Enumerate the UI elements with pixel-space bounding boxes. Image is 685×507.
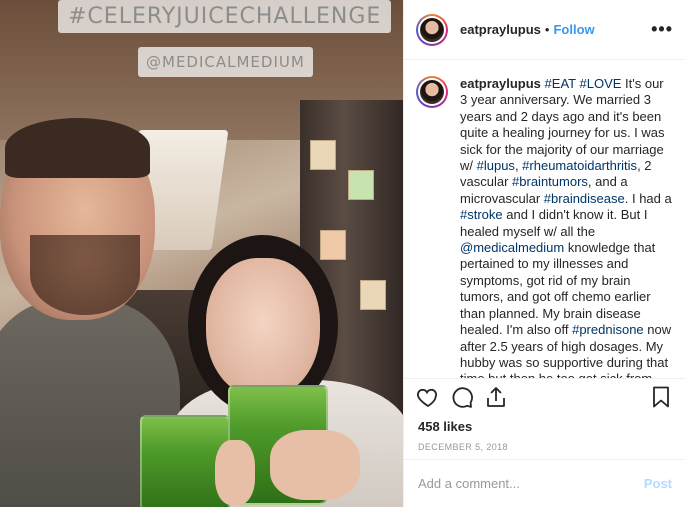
photo-man-hair — [5, 118, 150, 178]
post-comment-button[interactable]: Post — [644, 476, 672, 491]
follow-button[interactable]: Follow — [553, 22, 594, 37]
heart-icon[interactable] — [416, 385, 440, 409]
header-separator: • — [544, 22, 550, 37]
photo-hand — [270, 430, 360, 500]
caption-hashtag-link[interactable]: #rheumatoidarthritis — [522, 158, 637, 173]
caption-username[interactable]: eatpraylupus — [460, 76, 541, 91]
avatar[interactable] — [416, 13, 448, 46]
avatar-image — [420, 80, 444, 104]
caption-avatar[interactable] — [416, 76, 448, 108]
caption-hashtag-link[interactable]: #lupus — [477, 158, 515, 173]
caption-hashtag-link[interactable]: #braindisease — [544, 191, 625, 206]
photo-overlay-hashtag: #CELERYJUICECHALLENGE — [58, 0, 392, 33]
add-comment-bar: Post — [404, 459, 685, 507]
fridge-note — [360, 280, 386, 310]
photo-man-beard — [30, 235, 140, 315]
action-bar — [404, 378, 685, 414]
caption-hashtag-link[interactable]: #EAT — [545, 76, 576, 91]
comments-section[interactable]: eatpraylupus #EAT #LOVE It's our 3 year … — [404, 60, 685, 378]
photo-woman-face — [206, 258, 320, 398]
share-icon[interactable] — [484, 385, 508, 409]
caption-hashtag-link[interactable]: #stroke — [460, 207, 503, 222]
comment-input[interactable] — [418, 476, 644, 491]
post-photo[interactable]: #CELERYJUICECHALLENGE @MEDICALMEDIUM — [0, 0, 403, 507]
header-username[interactable]: eatpraylupus — [460, 22, 541, 37]
photo-overlay-mention: @MEDICALMEDIUM — [138, 47, 313, 77]
avatar-image — [420, 17, 444, 42]
bookmark-icon[interactable] — [649, 385, 673, 409]
comment-icon[interactable] — [450, 385, 474, 409]
caption-text: . I had a — [624, 190, 672, 206]
caption-hashtag-link[interactable]: #LOVE — [580, 76, 622, 91]
post-side-panel: eatpraylupus • Follow ••• eatpraylupus #… — [403, 0, 685, 507]
fridge-note — [320, 230, 346, 260]
likes-count[interactable]: 458 likes — [404, 414, 685, 440]
caption-mention-link[interactable]: @medicalmedium — [460, 240, 564, 255]
post-caption: eatpraylupus #EAT #LOVE It's our 3 year … — [460, 76, 673, 378]
photo-hand — [215, 440, 255, 505]
post-header: eatpraylupus • Follow ••• — [404, 0, 685, 60]
fridge-note — [310, 140, 336, 170]
caption-hashtag-link[interactable]: #braintumors — [512, 174, 588, 189]
fridge-note — [348, 170, 374, 200]
more-options-icon[interactable]: ••• — [651, 19, 673, 40]
caption-body: #EAT #LOVE It's our 3 year anniversary. … — [460, 76, 672, 378]
caption-hashtag-link[interactable]: #prednisone — [572, 322, 644, 337]
